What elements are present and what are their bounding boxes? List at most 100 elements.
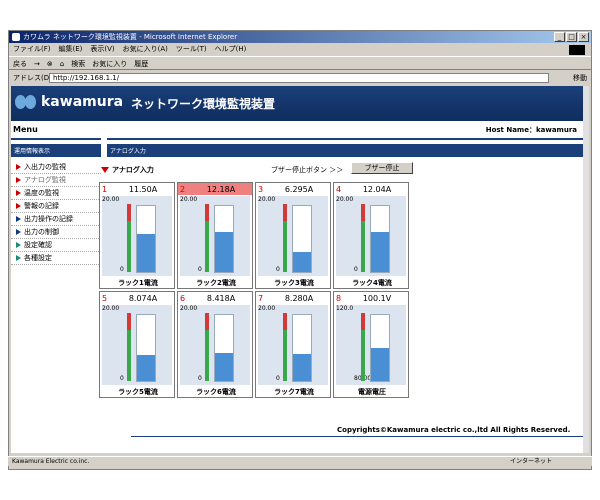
menu-edit[interactable]: 編集(E) bbox=[59, 44, 83, 55]
threshold-red bbox=[283, 204, 287, 221]
sidebar-item-alarm-log[interactable]: 警報の記録 bbox=[11, 200, 101, 213]
sidebar-item-label: 入出力の監視 bbox=[24, 163, 66, 171]
gauge: 120.080.00 bbox=[336, 305, 406, 385]
windows-logo-icon bbox=[569, 45, 585, 55]
tile-label: ラック1電流 bbox=[118, 279, 158, 287]
gauge-tile: 4 12.04A 20.00 0 ラック4電流 bbox=[333, 182, 409, 289]
gauge: 20.00 0 bbox=[336, 196, 406, 276]
threshold-green bbox=[361, 221, 365, 272]
arrow-icon bbox=[16, 190, 21, 196]
arrow-icon bbox=[16, 164, 21, 170]
sidebar: 運用情報表示 入出力の監視 アナログ監視 温度の監視 警報の記録 出力操作の記録… bbox=[11, 144, 101, 265]
sidebar-item-label: 温度の監視 bbox=[24, 189, 59, 197]
gauge-tile: 1 11.50A 20.00 0 ラック1電流 bbox=[99, 182, 175, 289]
sidebar-title: 運用情報表示 bbox=[11, 144, 101, 157]
tile-number: 1 bbox=[102, 184, 108, 194]
sidebar-item-label: 設定確認 bbox=[24, 241, 52, 249]
menu-favorites[interactable]: お気に入り(A) bbox=[123, 44, 168, 55]
gauge-tile: 5 8.074A 20.00 0 ラック5電流 bbox=[99, 291, 175, 398]
host-label: Host Name： bbox=[485, 126, 536, 134]
forward-button[interactable]: → bbox=[34, 57, 40, 69]
host-value: kawamura bbox=[535, 126, 577, 134]
menu-help[interactable]: ヘルプ(H) bbox=[215, 44, 247, 55]
main-rule bbox=[107, 138, 585, 140]
threshold-bar bbox=[283, 204, 287, 272]
sidebar-item-label: 各種設定 bbox=[24, 254, 52, 262]
window-title: カワムラ ネットワーク環境監視装置 - Microsoft Internet E… bbox=[23, 33, 238, 41]
tile-number: 8 bbox=[336, 293, 342, 303]
gauge-max: 20.00 bbox=[258, 305, 276, 312]
go-button[interactable]: 移動 bbox=[573, 72, 587, 84]
minimize-button[interactable]: _ bbox=[554, 32, 565, 42]
logo-text: kawamura bbox=[41, 94, 124, 110]
gauge-fill bbox=[215, 353, 233, 381]
tile-label: ラック2電流 bbox=[196, 279, 236, 287]
gauge: 20.00 0 bbox=[102, 305, 172, 385]
threshold-bar bbox=[205, 313, 209, 381]
gauge-max: 20.00 bbox=[102, 305, 120, 312]
gauge-fill bbox=[137, 233, 155, 272]
threshold-bar bbox=[361, 204, 365, 272]
sidebar-item-output-log[interactable]: 出力操作の記録 bbox=[11, 213, 101, 226]
arrow-icon bbox=[16, 255, 21, 261]
tile-label: ラック3電流 bbox=[274, 279, 314, 287]
threshold-red bbox=[361, 204, 365, 221]
gauge-fill bbox=[293, 353, 311, 381]
kawamura-logo: kawamura bbox=[15, 94, 123, 110]
sidebar-item-label: アナログ監視 bbox=[24, 176, 66, 184]
threshold-bar bbox=[361, 313, 365, 381]
threshold-bar bbox=[205, 204, 209, 272]
menu-tools[interactable]: ツール(T) bbox=[176, 44, 207, 55]
gauge-max: 20.00 bbox=[258, 196, 276, 203]
stop-button[interactable]: ⊗ bbox=[47, 57, 53, 69]
gauge-fill bbox=[371, 348, 389, 381]
sidebar-item-settings[interactable]: 各種設定 bbox=[11, 252, 101, 265]
home-button[interactable]: ⌂ bbox=[60, 57, 64, 69]
arrow-icon bbox=[16, 242, 21, 248]
sidebar-item-io[interactable]: 入出力の監視 bbox=[11, 161, 101, 174]
tile-label: ラック6電流 bbox=[196, 388, 236, 396]
threshold-green bbox=[283, 330, 287, 381]
back-button[interactable]: 戻る bbox=[13, 57, 27, 69]
search-button[interactable]: 検索 bbox=[71, 57, 85, 69]
tile-header: 5 8.074A bbox=[100, 292, 174, 304]
tile-number: 3 bbox=[258, 184, 264, 194]
down-arrow-icon bbox=[101, 167, 109, 173]
tile-value: 12.18A bbox=[206, 184, 236, 194]
maximize-button[interactable]: □ bbox=[566, 32, 577, 42]
gauge-box bbox=[370, 205, 390, 273]
gauge-min: 0 bbox=[198, 266, 202, 273]
tile-value: 11.50A bbox=[128, 184, 158, 194]
status-bar: Kawamura Electric co.inc. インターネット bbox=[8, 456, 592, 466]
tile-value: 8.418A bbox=[206, 293, 236, 303]
arrow-icon bbox=[16, 229, 21, 235]
sidebar-item-label: 出力操作の記録 bbox=[24, 215, 73, 223]
copyright: Copyrights©Kawamura electric co.,ltd All… bbox=[337, 426, 571, 434]
menu-bar: ファイル(F) 編集(E) 表示(V) お気に入り(A) ツール(T) ヘルプ(… bbox=[9, 44, 591, 55]
main-panel: アナログ入力 bbox=[107, 144, 585, 157]
host-name: Host Name：kawamura bbox=[486, 125, 577, 135]
history-button[interactable]: 履歴 bbox=[134, 57, 148, 69]
sidebar-item-output-control[interactable]: 出力の制御 bbox=[11, 226, 101, 239]
threshold-red bbox=[361, 313, 365, 330]
menu-file[interactable]: ファイル(F) bbox=[13, 44, 51, 55]
scrollbar[interactable] bbox=[583, 86, 589, 453]
tile-label: ラック4電流 bbox=[352, 279, 392, 287]
sidebar-item-label: 出力の制御 bbox=[24, 228, 59, 236]
close-button[interactable]: × bbox=[578, 32, 589, 42]
threshold-bar bbox=[127, 204, 131, 272]
sidebar-item-analog[interactable]: アナログ監視 bbox=[11, 174, 101, 187]
favorites-button[interactable]: お気に入り bbox=[92, 57, 127, 69]
gauge-box bbox=[292, 314, 312, 382]
sidebar-item-temperature[interactable]: 温度の監視 bbox=[11, 187, 101, 200]
address-label: アドレス(D) bbox=[13, 74, 52, 82]
gauge-fill bbox=[293, 251, 311, 272]
address-input[interactable]: http://192.168.1.1/ bbox=[49, 73, 549, 83]
buzzer-stop-button[interactable]: ブザー停止 bbox=[351, 162, 413, 174]
tile-header: 7 8.280A bbox=[256, 292, 330, 304]
gauge-box bbox=[370, 314, 390, 382]
sidebar-item-settings-check[interactable]: 設定確認 bbox=[11, 239, 101, 252]
gauge-max: 20.00 bbox=[336, 196, 354, 203]
threshold-red bbox=[205, 313, 209, 330]
menu-view[interactable]: 表示(V) bbox=[90, 44, 114, 55]
